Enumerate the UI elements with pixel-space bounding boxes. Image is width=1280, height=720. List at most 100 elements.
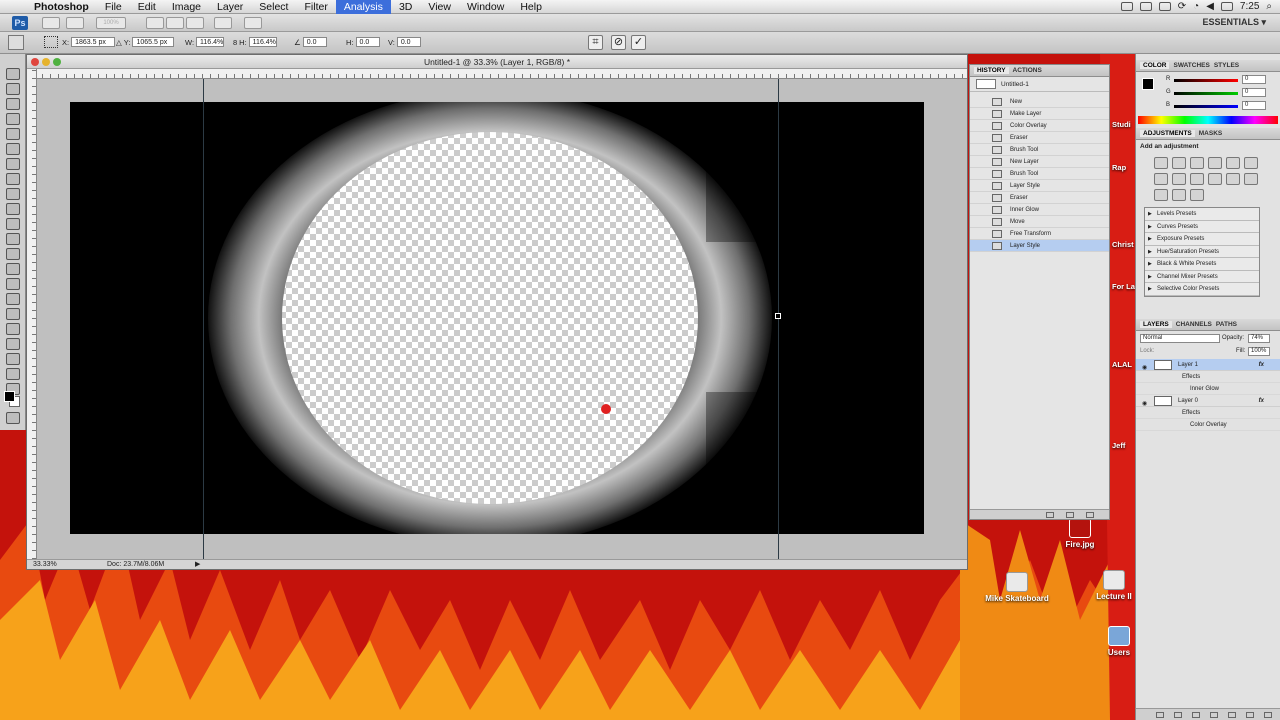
- menu-file[interactable]: File: [97, 0, 130, 14]
- tab-swatches[interactable]: SWATCHES: [1173, 62, 1209, 69]
- guide-line-right[interactable]: [778, 79, 779, 559]
- hue-saturation-icon[interactable]: [1244, 157, 1258, 169]
- green-slider[interactable]: [1174, 92, 1238, 95]
- threshold-icon[interactable]: [1154, 189, 1168, 201]
- menu-view[interactable]: View: [420, 0, 459, 14]
- guide-line-left[interactable]: [203, 79, 204, 559]
- tab-styles[interactable]: STYLES: [1214, 62, 1239, 69]
- foreground-color-swatch[interactable]: [1142, 78, 1154, 90]
- preset-exposure[interactable]: Exposure Presets: [1145, 233, 1259, 246]
- menu-help[interactable]: Help: [512, 0, 550, 14]
- tab-actions[interactable]: ACTIONS: [1013, 67, 1042, 74]
- photo-filter-icon[interactable]: [1190, 173, 1204, 185]
- visibility-eye-icon[interactable]: ◉: [1142, 362, 1147, 374]
- preset-black-white[interactable]: Black & White Presets: [1145, 258, 1259, 271]
- menu-3d[interactable]: 3D: [391, 0, 420, 14]
- delete-layer-icon[interactable]: [1264, 712, 1272, 718]
- eyedropper-tool-icon[interactable]: [5, 143, 20, 155]
- close-window-icon[interactable]: [31, 58, 39, 66]
- preset-channel-mixer[interactable]: Channel Mixer Presets: [1145, 271, 1259, 283]
- history-item[interactable]: Move: [970, 216, 1109, 228]
- desktop-label-1[interactable]: Studi: [1112, 120, 1131, 129]
- zoom-window-icon[interactable]: [53, 58, 61, 66]
- history-brush-tool-icon[interactable]: [5, 203, 20, 215]
- blur-tool-icon[interactable]: [5, 248, 20, 260]
- link-layers-icon[interactable]: [1156, 712, 1164, 718]
- clone-stamp-tool-icon[interactable]: [5, 188, 20, 200]
- preset-selective-color[interactable]: Selective Color Presets: [1145, 283, 1259, 296]
- tab-masks[interactable]: MASKS: [1199, 130, 1222, 137]
- volume-icon[interactable]: ◀: [1206, 1, 1214, 12]
- desktop-label-3[interactable]: Christ: [1112, 240, 1134, 249]
- arrange-documents-icon[interactable]: [214, 17, 232, 29]
- gradient-map-icon[interactable]: [1172, 189, 1186, 201]
- zoom-level-select[interactable]: 100%: [96, 17, 126, 29]
- red-slider[interactable]: [1174, 79, 1238, 82]
- history-item[interactable]: New: [970, 96, 1109, 108]
- vertical-ruler[interactable]: [27, 69, 37, 559]
- hand-tool-icon[interactable]: [5, 368, 20, 380]
- layer-effect-item[interactable]: Inner Glow: [1136, 383, 1280, 395]
- desktop-label-5[interactable]: ALAL: [1112, 360, 1132, 369]
- foreground-color-swatch[interactable]: [4, 391, 15, 402]
- vskew-input[interactable]: 0.0: [396, 37, 421, 47]
- screen-mode-icon[interactable]: [244, 17, 262, 29]
- tab-layers[interactable]: LAYERS: [1140, 320, 1172, 328]
- new-adjustment-icon[interactable]: [1210, 712, 1218, 718]
- black-white-icon[interactable]: [1172, 173, 1186, 185]
- move-tool-icon[interactable]: [5, 68, 20, 80]
- delta-icon[interactable]: △: [116, 38, 122, 47]
- history-item[interactable]: Brush Tool: [970, 168, 1109, 180]
- curves-icon[interactable]: [1190, 157, 1204, 169]
- spotlight-icon[interactable]: ⌕: [1266, 1, 1272, 12]
- desktop-icon-skateboard[interactable]: Mike Skateboard: [980, 572, 1054, 603]
- history-item[interactable]: Inner Glow: [970, 204, 1109, 216]
- history-item[interactable]: Make Layer: [970, 108, 1109, 120]
- invert-icon[interactable]: [1226, 173, 1240, 185]
- fill-input[interactable]: 100%: [1248, 346, 1270, 356]
- exposure-icon[interactable]: [1208, 157, 1222, 169]
- gradient-tool-icon[interactable]: [5, 233, 20, 245]
- history-item[interactable]: Eraser: [970, 132, 1109, 144]
- x-input[interactable]: 1863.5 px: [71, 37, 116, 47]
- layer-row[interactable]: ◉ Layer 0 fx: [1136, 395, 1280, 407]
- channel-mixer-icon[interactable]: [1208, 173, 1222, 185]
- warp-mode-icon[interactable]: ⌗: [588, 35, 603, 50]
- commit-transform-icon[interactable]: ✓: [631, 35, 646, 50]
- menu-select[interactable]: Select: [251, 0, 296, 14]
- tab-channels[interactable]: CHANNELS: [1176, 321, 1212, 328]
- desktop-icon-fire[interactable]: Fire.jpg: [1058, 518, 1102, 549]
- blue-slider[interactable]: [1174, 105, 1238, 108]
- height-input[interactable]: 116.4%: [248, 37, 277, 47]
- blue-input[interactable]: 0: [1242, 101, 1266, 110]
- status-menu-arrow-icon[interactable]: ▶: [195, 560, 200, 570]
- layer-row[interactable]: ◉ Layer 1 fx: [1136, 358, 1280, 374]
- layer-effect-item[interactable]: Color Overlay: [1136, 419, 1280, 431]
- 3d-rotate-tool-icon[interactable]: [5, 338, 20, 350]
- zoom-readout[interactable]: 33.33%: [33, 560, 57, 570]
- angle-input[interactable]: 0.0: [302, 37, 327, 47]
- sync-icon[interactable]: ⟳: [1178, 1, 1186, 12]
- crop-tool-icon[interactable]: [5, 128, 20, 140]
- layer-effects-group[interactable]: Effects: [1136, 407, 1280, 419]
- history-item[interactable]: Layer Style: [970, 180, 1109, 192]
- path-selection-tool-icon[interactable]: [5, 308, 20, 320]
- new-document-icon[interactable]: [1066, 512, 1074, 518]
- visibility-eye-icon[interactable]: ◉: [1142, 398, 1147, 410]
- desktop-label-6[interactable]: Jeff: [1112, 441, 1125, 450]
- history-item[interactable]: Brush Tool: [970, 144, 1109, 156]
- hskew-input[interactable]: 0.0: [355, 37, 380, 47]
- pen-tool-icon[interactable]: [5, 278, 20, 290]
- menu-filter[interactable]: Filter: [296, 0, 335, 14]
- preset-curves[interactable]: Curves Presets: [1145, 221, 1259, 233]
- zoom-tool-icon[interactable]: [166, 17, 184, 29]
- vibrance-icon[interactable]: [1226, 157, 1240, 169]
- 3d-camera-tool-icon[interactable]: [5, 353, 20, 365]
- posterize-icon[interactable]: [1244, 173, 1258, 185]
- preset-levels[interactable]: Levels Presets: [1145, 208, 1259, 221]
- selective-color-icon[interactable]: [1190, 189, 1204, 201]
- levels-icon[interactable]: [1172, 157, 1186, 169]
- history-item[interactable]: Free Transform: [970, 228, 1109, 240]
- document-size[interactable]: Doc: 23.7M/8.06M: [107, 560, 164, 570]
- menu-clock[interactable]: 7:25: [1240, 1, 1259, 12]
